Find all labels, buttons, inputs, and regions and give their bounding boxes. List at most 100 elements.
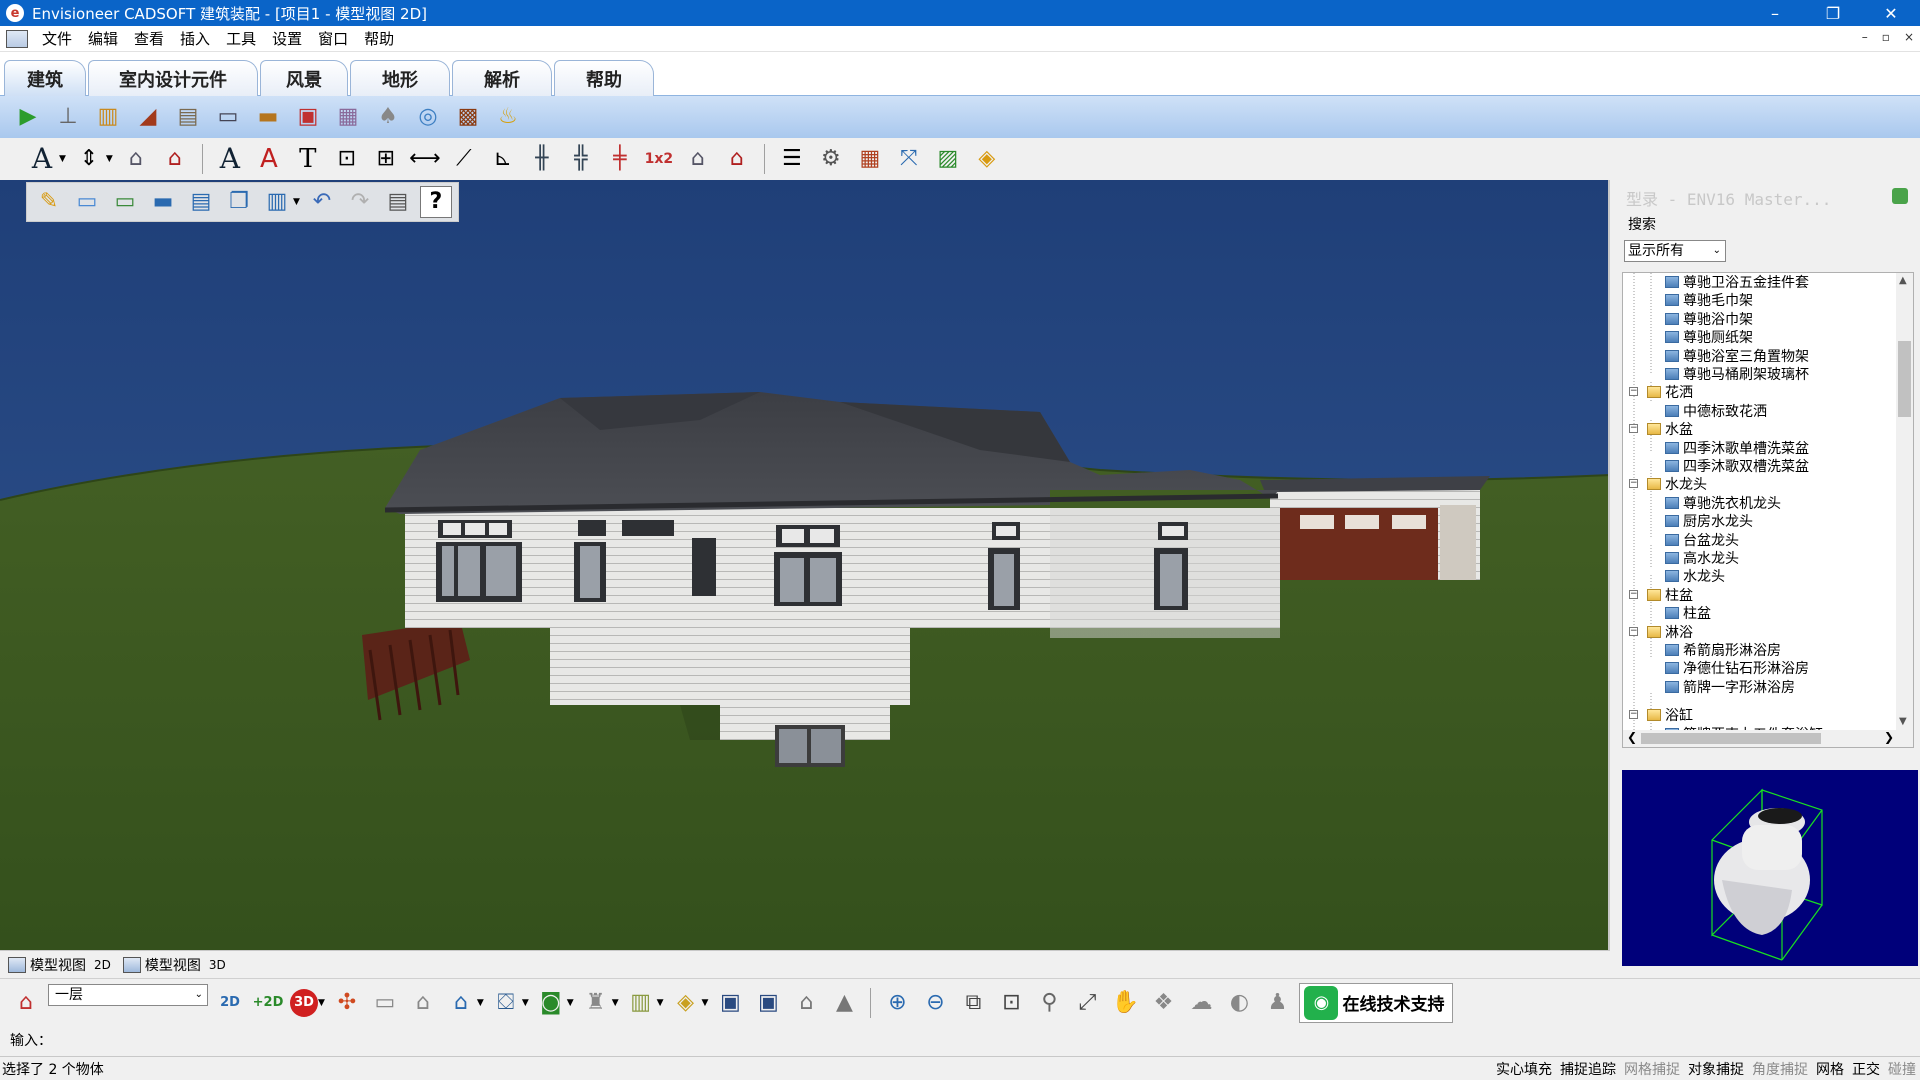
text-style-icon[interactable]: T	[292, 143, 324, 175]
cabinet-icon[interactable]: ▥	[92, 101, 124, 133]
search-label[interactable]: 搜索	[1628, 214, 1656, 234]
minimize-button[interactable]: –	[1746, 0, 1804, 26]
tv-icon[interactable]: ▭	[212, 101, 244, 133]
menu-settings[interactable]: 设置	[264, 28, 310, 49]
new-project-icon[interactable]: ✎	[33, 186, 65, 218]
fence-icon[interactable]: ╪	[604, 143, 636, 175]
text-edit-icon[interactable]: A	[253, 143, 285, 175]
toilet-icon[interactable]: ▣	[292, 101, 324, 133]
tree-horizontal-scrollbar[interactable]: ❮ ❯	[1623, 730, 1898, 747]
roof-icon[interactable]: ⛋	[490, 987, 522, 1019]
dropdown-arrow-icon[interactable]: ▼	[106, 154, 113, 164]
scrollbar-thumb[interactable]	[1641, 733, 1821, 744]
house-icon[interactable]: ⌂	[407, 987, 439, 1019]
collapse-toggle-icon[interactable]: −	[1629, 626, 1638, 636]
zoom-out-icon[interactable]: ⊖	[919, 987, 951, 1019]
doc-close-button[interactable]: ×	[1904, 30, 1914, 44]
2d-grid-icon[interactable]: +2D	[252, 987, 284, 1019]
tree-item[interactable]: 四季沐歌单槽洗菜盆	[1665, 439, 1809, 457]
status-toggle[interactable]: 角度捕捉	[1748, 1059, 1812, 1079]
tree-item[interactable]: 尊驰浴室三角置物架	[1665, 347, 1809, 365]
helmet-icon[interactable]: ♟	[1261, 987, 1293, 1019]
sofa-icon[interactable]: ▬	[252, 101, 284, 133]
tree-item[interactable]: 尊驰卫浴五金挂件套	[1665, 273, 1809, 291]
tree-folder[interactable]: 水龙头	[1647, 475, 1707, 493]
dropdown-arrow-icon[interactable]: ▼	[59, 154, 66, 164]
status-toggle[interactable]: 捕捉追踪	[1556, 1059, 1620, 1079]
cube-icon[interactable]: ◈	[670, 987, 702, 1019]
zoom-in-icon[interactable]: ⊕	[881, 987, 913, 1019]
tab-building[interactable]: 建筑	[4, 60, 86, 96]
menu-edit[interactable]: 编辑	[80, 28, 126, 49]
presentation-icon[interactable]: ▭	[369, 987, 401, 1019]
tree-item[interactable]: 中德标致花洒	[1665, 402, 1767, 420]
scroll-down-icon[interactable]: ▼	[1899, 716, 1907, 727]
faucet-icon[interactable]: ♨	[492, 101, 524, 133]
menu-view[interactable]: 查看	[126, 28, 172, 49]
redo-icon[interactable]: ↷	[344, 186, 376, 218]
3d-house-render[interactable]	[0, 180, 1610, 950]
tab-model-view-2d[interactable]: 模型视图 2D	[8, 955, 111, 975]
house-icon[interactable]: ⌂	[790, 987, 822, 1019]
zoom-extents-icon[interactable]: ⤢	[1071, 987, 1103, 1019]
tree-item[interactable]: 尊驰浴巾架	[1665, 310, 1753, 328]
catalog-tree[interactable]: 尊驰卫浴五金挂件套 尊驰毛巾架 尊驰浴巾架 尊驰厕纸架 尊驰浴室三角置物架 尊驰马桶刷架玻…	[1622, 272, 1914, 748]
cloud-icon[interactable]: ◐	[1223, 987, 1255, 1019]
tab-landscape[interactable]: 风景	[260, 60, 348, 96]
text-icon[interactable]: A	[26, 143, 58, 175]
house-icon[interactable]: ⌂	[10, 987, 42, 1019]
open-web-icon[interactable]: ▭	[109, 186, 141, 218]
stair-icon[interactable]: ╬	[565, 143, 597, 175]
floor-select[interactable]: 一层 ⌄	[48, 983, 208, 1006]
fit-icon[interactable]: ⤧	[893, 143, 925, 175]
collapse-toggle-icon[interactable]: −	[1629, 589, 1638, 599]
status-toggle[interactable]: 碰撞	[1884, 1059, 1920, 1079]
railing-icon[interactable]: ╫	[526, 143, 558, 175]
dropdown-arrow-icon[interactable]: ▼	[702, 998, 709, 1008]
house-outline-icon[interactable]: ⌂	[445, 987, 477, 1019]
tree-item[interactable]: 尊驰厕纸架	[1665, 328, 1753, 346]
house-question-icon[interactable]: ⌂	[159, 143, 191, 175]
camera-icon[interactable]: ◙	[535, 987, 567, 1019]
scrollbar-thumb[interactable]	[1898, 341, 1911, 417]
menu-window[interactable]: 窗口	[310, 28, 356, 49]
appliance-icon[interactable]: ◎	[412, 101, 444, 133]
collapse-toggle-icon[interactable]: −	[1629, 424, 1638, 434]
report-icon[interactable]: ▨	[932, 143, 964, 175]
scroll-left-icon[interactable]: ❮	[1627, 730, 1637, 744]
dropdown-arrow-icon[interactable]: ▼	[477, 998, 484, 1008]
2d-view-icon[interactable]: 2D	[214, 987, 246, 1019]
model-viewport[interactable]: ✎ ▭ ▭ ▬ ▤ ❐ ▥ ▼ ↶ ↷ ▤ ?	[0, 180, 1610, 950]
tree-item[interactable]: 水龙头	[1665, 567, 1725, 585]
dropdown-arrow-icon[interactable]: ▼	[293, 197, 300, 207]
tree-folder[interactable]: 淋浴	[1647, 623, 1693, 641]
chair-icon[interactable]: ▦	[332, 101, 364, 133]
doc-minimize-button[interactable]: –	[1862, 30, 1868, 44]
scale-1x2-icon[interactable]: 1x2	[643, 143, 675, 175]
tree-item[interactable]: 净德仕钻石形淋浴房	[1665, 659, 1809, 677]
print-icon[interactable]: ▤	[382, 186, 414, 218]
tree-item[interactable]: 尊驰毛巾架	[1665, 291, 1753, 309]
lamp-icon[interactable]: ♠	[372, 101, 404, 133]
dimension-icon[interactable]: ⊡	[331, 143, 363, 175]
window-icon[interactable]: ▣	[714, 987, 746, 1019]
dimension-icon[interactable]: ⇕	[73, 143, 105, 175]
tree-item[interactable]: 柱盆	[1665, 604, 1711, 622]
roof-question-icon[interactable]: ⌂	[721, 143, 753, 175]
status-toggle[interactable]: 网格捕捉	[1620, 1059, 1684, 1079]
dropdown-arrow-icon[interactable]: ▼	[522, 998, 529, 1008]
collapse-toggle-icon[interactable]: −	[1629, 479, 1638, 489]
folder-icon[interactable]: ▬	[147, 186, 179, 218]
dimension-cross-icon[interactable]: ⊞	[370, 143, 402, 175]
angle-dimension-icon[interactable]: ⟋	[448, 143, 480, 175]
tree-item[interactable]: 尊驰马桶刷架玻璃杯	[1665, 365, 1809, 383]
tree-item[interactable]: 四季沐歌双槽洗菜盆	[1665, 457, 1809, 475]
tree-folder[interactable]: 浴缸	[1647, 706, 1693, 724]
dropdown-arrow-icon[interactable]: ▼	[657, 998, 664, 1008]
ordinate-icon[interactable]: ⊾	[487, 143, 519, 175]
tree-folder[interactable]: 水盆	[1647, 420, 1693, 438]
menu-insert[interactable]: 插入	[172, 28, 218, 49]
tab-interior[interactable]: 室内设计元件	[88, 60, 258, 96]
building-icon[interactable]: ▦	[854, 143, 886, 175]
item-preview[interactable]	[1622, 770, 1918, 966]
